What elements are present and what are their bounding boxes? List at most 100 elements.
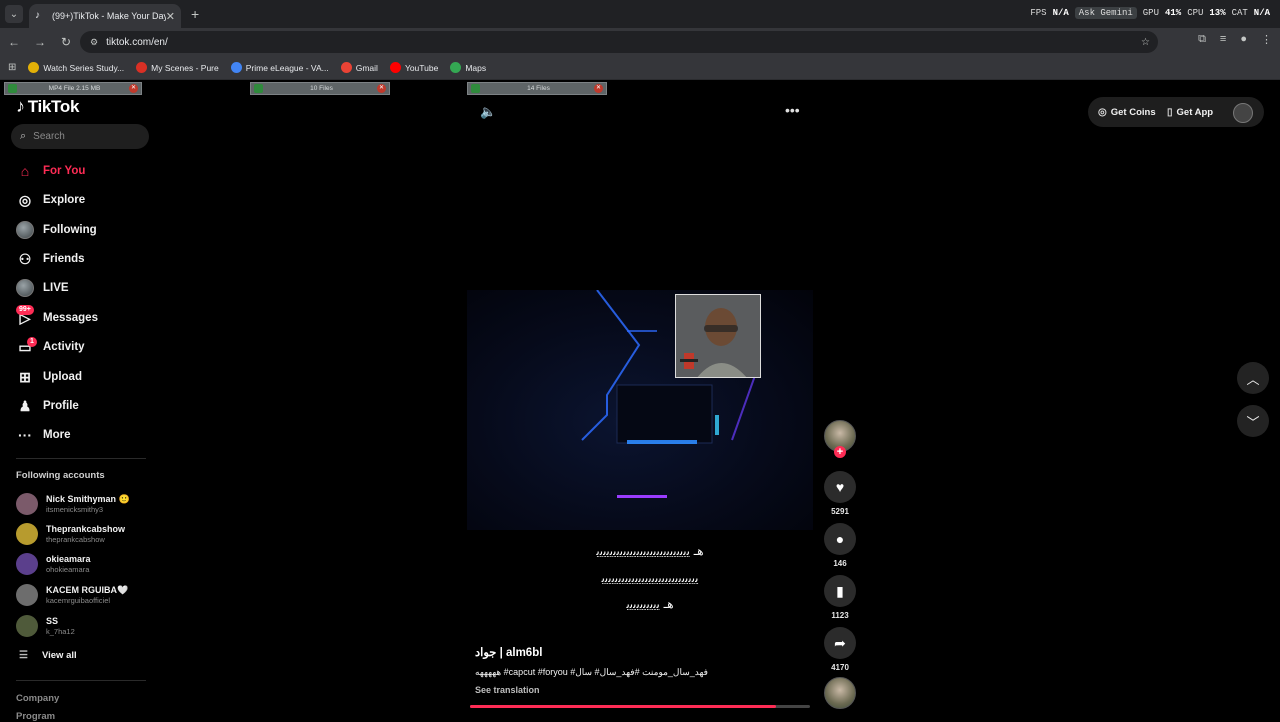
nav-item-live[interactable]: LIVE xyxy=(16,277,69,299)
account-handle: ohokieamara xyxy=(46,565,90,574)
fps-label: FPS xyxy=(1030,8,1047,18)
tab-search-button[interactable]: ⌄ xyxy=(5,5,23,23)
like-button[interactable]: ♥ xyxy=(824,471,856,503)
footer-link-company[interactable]: Company xyxy=(16,693,59,704)
save-button[interactable]: ▮ xyxy=(824,575,856,607)
account-name: KACEM RGUIBA🤍 xyxy=(46,585,129,595)
tiktok-note-icon: ♪ xyxy=(16,96,25,116)
reload-icon[interactable]: ↻ xyxy=(54,35,78,49)
bookmark-label: Watch Series Study... xyxy=(43,62,125,73)
profile-avatar-icon[interactable]: ● xyxy=(1240,33,1247,46)
download-chip[interactable]: MP4 File 2.15 MB ✕ xyxy=(4,82,142,95)
following-account-item[interactable]: KACEM RGUIBA🤍 kacemrguibaofficiel xyxy=(16,582,128,608)
bookmark-favicon-icon xyxy=(389,62,401,73)
fps-value: N/A xyxy=(1052,8,1069,18)
heart-icon: ♥ xyxy=(835,479,845,495)
footer-link-program[interactable]: Program xyxy=(16,711,55,722)
nav-item-for-you[interactable]: ⌂ For You xyxy=(16,160,86,182)
follow-plus-icon[interactable]: + xyxy=(834,446,846,458)
tab-close-icon[interactable]: ✕ xyxy=(166,10,175,23)
nav-item-messages[interactable]: ▷ Messages 99+ xyxy=(16,305,98,329)
cpu-value: 13% xyxy=(1209,8,1226,18)
video-progress-bar[interactable] xyxy=(470,705,810,708)
close-icon[interactable]: ✕ xyxy=(594,84,603,93)
nav-item-activity[interactable]: ▭ Activity 1 xyxy=(16,336,85,358)
account-name: Nick Smithyman 🙂 xyxy=(46,494,130,504)
bookmark-star-icon[interactable]: ☆ xyxy=(1141,37,1150,48)
get-app-button[interactable]: ▯ Get App xyxy=(1167,100,1213,124)
video-player[interactable] xyxy=(467,290,813,530)
video-progress-fill xyxy=(470,705,776,708)
bookmark-icon: ▮ xyxy=(836,582,844,599)
profile-icon: ♟ xyxy=(18,397,32,414)
nav-item-friends[interactable]: ⚇ Friends xyxy=(16,248,85,270)
bookmark-item[interactable]: Gmail xyxy=(340,62,378,73)
next-video-button[interactable]: ﹀ xyxy=(1237,405,1269,437)
file-icon xyxy=(471,84,480,93)
following-account-item[interactable]: okieamara ohokieamara xyxy=(16,551,91,577)
music-disc-avatar[interactable] xyxy=(824,677,856,709)
extensions-icon[interactable]: ⧉ xyxy=(1198,33,1206,46)
site-info-icon[interactable]: ⚙ xyxy=(90,37,98,48)
user-avatar[interactable] xyxy=(1233,103,1253,123)
following-account-item[interactable]: Nick Smithyman 🙂 itsmenicksmithy3 xyxy=(16,491,130,517)
logo-text: TikTok xyxy=(27,96,80,116)
bookmark-item[interactable]: Maps xyxy=(450,62,486,73)
list-icon: ☰ xyxy=(19,650,28,661)
comment-icon: ● xyxy=(835,531,845,547)
tiktok-logo[interactable]: ♪ TikTok xyxy=(16,96,79,117)
download-label: 10 Files xyxy=(310,85,333,92)
get-coins-button[interactable]: ◎ Get Coins xyxy=(1098,100,1156,124)
video-caption: هههههه #capcut #foryou #فهد_سال_مومنت #ف… xyxy=(475,667,708,677)
search-input[interactable]: ⌕ Search xyxy=(11,124,149,149)
account-handle: k_7ha12 xyxy=(46,627,75,636)
address-bar[interactable]: ⚙ tiktok.com/en/ ☆ xyxy=(80,31,1158,53)
nav-label: Messages xyxy=(43,312,98,324)
divider xyxy=(16,680,146,681)
following-account-item[interactable]: Theprankcabshow theprankcabshow xyxy=(16,521,125,547)
bookmark-item[interactable]: Watch Series Study... xyxy=(28,62,124,73)
bookmark-favicon-icon xyxy=(230,62,242,73)
ask-gemini-button[interactable]: Ask Gemini xyxy=(1074,7,1137,19)
see-translation-link[interactable]: See translation xyxy=(475,685,540,695)
previous-video-button[interactable]: ︿ xyxy=(1237,362,1269,394)
comment-count: 146 xyxy=(833,559,847,568)
video-author[interactable]: جواد | alm6bl xyxy=(475,645,542,659)
bookmark-favicon-icon xyxy=(136,62,148,73)
more-options-icon[interactable]: ••• xyxy=(785,102,800,118)
apps-grid-icon[interactable]: ⊞ xyxy=(8,62,16,73)
view-all-label: View all xyxy=(41,650,77,661)
more-icon: ··· xyxy=(18,427,32,443)
bookmark-item[interactable]: My Scenes - Pure xyxy=(136,62,219,73)
download-chip[interactable]: 10 Files ✕ xyxy=(250,82,390,95)
account-handle: theprankcabshow xyxy=(46,535,105,544)
nav-item-explore[interactable]: ◎ Explore xyxy=(16,189,85,211)
close-icon[interactable]: ✕ xyxy=(377,84,386,93)
nav-item-more[interactable]: ··· More xyxy=(16,424,70,446)
save-count: 1123 xyxy=(831,611,849,620)
following-account-item[interactable]: SS k_7ha12 xyxy=(16,613,75,639)
share-button[interactable]: ➦ xyxy=(824,627,856,659)
avatar xyxy=(16,493,38,515)
back-icon[interactable]: ← xyxy=(2,35,26,49)
close-icon[interactable]: ✕ xyxy=(129,84,138,93)
browser-tab[interactable]: ♪ (99+)TikTok - Make Your Day ✕ xyxy=(29,4,181,28)
download-chip[interactable]: 14 Files ✕ xyxy=(467,82,607,95)
nav-item-profile[interactable]: ♟ Profile xyxy=(16,395,79,417)
browser-menu-icon[interactable]: ⋮ xyxy=(1261,33,1272,46)
gpu-label: GPU xyxy=(1142,8,1159,18)
nav-item-following[interactable]: Following xyxy=(16,219,97,241)
media-controls-icon[interactable]: ≡ xyxy=(1220,33,1226,46)
forward-icon[interactable]: → xyxy=(28,35,52,49)
account-name: okieamara xyxy=(46,554,91,564)
comment-button[interactable]: ● xyxy=(824,523,856,555)
upload-icon: ⊞ xyxy=(19,368,31,385)
nav-item-upload[interactable]: ⊞ Upload xyxy=(16,366,82,388)
view-all-button[interactable]: ☰ View all xyxy=(19,650,77,661)
bookmark-item[interactable]: YouTube xyxy=(389,62,438,73)
volume-icon[interactable]: 🔈 xyxy=(480,104,496,120)
bookmark-label: Maps xyxy=(465,62,487,73)
bookmark-item[interactable]: Prime eLeague - VA... xyxy=(230,62,329,73)
new-tab-button[interactable]: + xyxy=(191,6,199,22)
nav-label: Explore xyxy=(43,194,86,206)
